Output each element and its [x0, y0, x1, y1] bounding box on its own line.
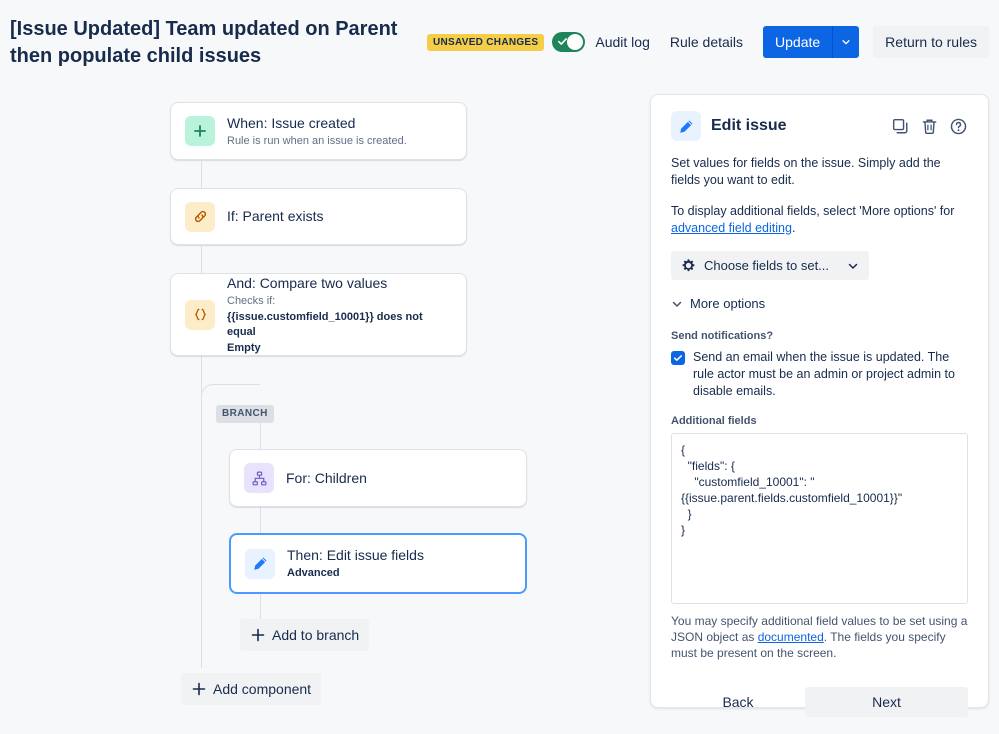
send-notifications-group: Send notifications? Send an email when t… [671, 329, 968, 400]
card-text: Then: Edit issue fields Advanced [287, 546, 424, 581]
check-icon [673, 355, 683, 361]
card-subtitle-text: Advanced [287, 567, 340, 579]
rule-card-trigger[interactable]: When: Issue created Rule is run when an … [170, 102, 467, 160]
panel-hint: To display additional fields, select 'Mo… [671, 203, 968, 237]
card-title: Then: Edit issue fields [287, 547, 424, 563]
chevron-down-icon [842, 40, 850, 45]
send-email-checkbox[interactable] [671, 351, 685, 365]
next-button[interactable]: Next [805, 687, 968, 717]
panel-footer: Back Next [671, 687, 968, 717]
trash-icon[interactable] [920, 117, 939, 136]
add-to-branch-button[interactable]: Add to branch [240, 619, 370, 651]
panel-description: Set values for fields on the issue. Simp… [671, 156, 941, 187]
rule-details-link[interactable]: Rule details [660, 28, 753, 56]
rule-card-edit-issue-fields[interactable]: Then: Edit issue fields Advanced [229, 533, 527, 594]
back-button[interactable]: Back [671, 687, 805, 717]
branch-connector [201, 384, 260, 406]
choose-fields-label: Choose fields to set... [704, 258, 830, 273]
connector-line [201, 403, 202, 668]
card-title: For: Children [286, 469, 367, 486]
card-subtitle-line1: Checks if: [227, 294, 276, 307]
additional-fields-textarea[interactable] [671, 433, 968, 604]
update-dropdown-button[interactable] [832, 26, 860, 58]
chevron-down-icon [848, 263, 858, 269]
additional-fields-help: You may specify additional field values … [671, 613, 968, 661]
rule-enabled-toggle[interactable] [552, 32, 586, 52]
send-notifications-label: Send notifications? [671, 330, 774, 342]
return-to-rules-button[interactable]: Return to rules [873, 26, 989, 58]
card-subtitle: Advanced [287, 566, 424, 581]
audit-log-link[interactable]: Audit log [585, 28, 659, 56]
send-email-label: Send an email when the issue is updated.… [693, 350, 955, 398]
page-header: [Issue Updated] Team updated on Parent t… [0, 0, 999, 88]
card-text: For: Children [286, 469, 367, 488]
plus-icon [192, 682, 206, 696]
status-badge: UNSAVED CHANGES [426, 33, 545, 51]
hierarchy-icon [244, 463, 274, 493]
pencil-icon [245, 548, 275, 579]
card-text: When: Issue created Rule is run when an … [227, 114, 407, 149]
card-subtitle-expr: {{issue.customfield_10001}} does not equ… [227, 310, 423, 338]
branch-label: BRANCH [216, 405, 274, 423]
header-actions: UNSAVED CHANGES Audit log Rule details U… [426, 26, 989, 58]
update-button[interactable]: Update [763, 26, 833, 58]
plus-icon [251, 628, 265, 642]
additional-fields-label: Additional fields [671, 415, 757, 427]
card-title: When: Issue created [227, 114, 356, 131]
card-subtitle-value: Empty [227, 341, 261, 354]
connector-line [201, 246, 202, 273]
toggle-knob [567, 34, 584, 50]
panel-action-icons [891, 117, 968, 136]
panel-title: Edit issue [711, 117, 787, 134]
plus-icon [185, 116, 215, 146]
link-icon [185, 201, 215, 232]
page-title: [Issue Updated] Team updated on Parent t… [10, 18, 398, 67]
more-options-toggle[interactable]: More options [671, 296, 968, 311]
card-title: And: Compare two values [227, 274, 388, 291]
rule-card-branch-children[interactable]: For: Children [229, 449, 527, 507]
add-component-label: Add component [213, 681, 312, 697]
copy-icon[interactable] [891, 117, 910, 136]
panel-header: Edit issue [671, 111, 968, 141]
card-text: And: Compare two values Checks if: {{iss… [227, 274, 452, 356]
update-button-group: Update [763, 26, 860, 58]
add-component-button[interactable]: Add component [181, 673, 322, 705]
send-email-row: Send an email when the issue is updated.… [671, 349, 968, 400]
rule-card-condition-compare[interactable]: And: Compare two values Checks if: {{iss… [170, 273, 467, 356]
card-subtitle-line3: Empty [227, 341, 452, 356]
more-options-label: More options [690, 296, 766, 311]
braces-icon [185, 299, 215, 330]
pencil-icon [671, 111, 701, 141]
panel-hint-suffix: . [791, 221, 796, 235]
documented-link[interactable]: documented [758, 630, 824, 644]
add-to-branch-label: Add to branch [272, 627, 360, 643]
rule-canvas: When: Issue created Rule is run when an … [0, 88, 640, 734]
card-subtitle: Rule is run when an issue is created. [227, 134, 407, 147]
connector-line [260, 506, 261, 534]
gear-icon [682, 259, 695, 272]
card-subtitle-line2: {{issue.customfield_10001}} does not equ… [227, 310, 452, 340]
advanced-field-editing-link[interactable]: advanced field editing [671, 221, 792, 235]
help-icon[interactable] [949, 117, 968, 136]
rule-card-condition-parent[interactable]: If: Parent exists [170, 188, 467, 245]
edit-issue-panel: Edit issue Set values for fields on the … [650, 94, 989, 717]
chevron-down-icon [672, 301, 682, 307]
choose-fields-button[interactable]: Choose fields to set... [671, 251, 870, 280]
panel-hint-prefix: To display additional fields, select 'Mo… [671, 204, 955, 218]
card-title: If: Parent exists [227, 208, 324, 224]
additional-fields-group: Additional fields [671, 414, 968, 609]
card-text: If: Parent exists [227, 207, 323, 226]
